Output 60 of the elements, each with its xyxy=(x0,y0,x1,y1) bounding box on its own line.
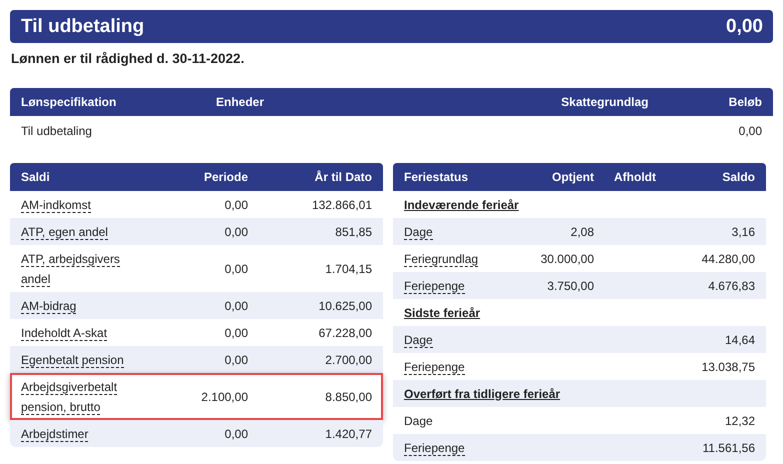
table-cell-text: 8.850,00 xyxy=(324,390,372,404)
column-header: Feriestatus xyxy=(404,170,470,184)
table-cell-text: 0,00 xyxy=(224,262,248,276)
vacation-label: Dage xyxy=(404,412,434,430)
table-cell-text: Til udbetaling xyxy=(21,124,93,138)
vacation-label: Feriepenge xyxy=(404,278,466,296)
vacation-label: Dage xyxy=(404,332,434,350)
table-cell-text: 30.000,00 xyxy=(540,252,594,266)
table-cell-text: 44.280,00 xyxy=(700,252,755,266)
table-cell-text: 12,32 xyxy=(724,414,755,428)
table-cell-text: 1.704,15 xyxy=(324,262,372,276)
column-header: Beløb xyxy=(728,95,762,109)
column-header: Lønspecifikation xyxy=(21,95,118,109)
vacation-label: Dage xyxy=(404,224,434,242)
table-cell-text: 3.750,00 xyxy=(546,278,594,292)
table-cell-text: 0,00 xyxy=(224,298,248,312)
table-cell-text: 2,08 xyxy=(570,224,594,238)
column-header: Saldi xyxy=(21,170,51,184)
table-cell-text: 851,85 xyxy=(334,224,372,238)
section-heading: Sidste ferieår xyxy=(404,306,482,320)
column-header: Saldo xyxy=(721,170,755,184)
table-cell-text: 4.676,83 xyxy=(707,278,755,292)
balance-label: Egenbetalt pension xyxy=(21,352,125,370)
table-cell-text: 13.038,75 xyxy=(700,360,755,374)
column-header: Optjent xyxy=(551,170,594,184)
table-cell-text: 67.228,00 xyxy=(318,326,372,340)
column-header: Afholdt xyxy=(613,170,657,184)
table-cell-text: 2.100,00 xyxy=(200,390,248,404)
balance-label: Indeholdt A-skat xyxy=(21,324,108,342)
table-cell-text: 132.866,01 xyxy=(310,198,372,212)
balance-label: ATP, egen andel xyxy=(21,224,109,242)
table-cell-text: 0,00 xyxy=(224,326,248,340)
availability-text: Lønnen er til rådighed d. 30-11-2022. xyxy=(11,51,246,66)
table-cell-text: 1.420,77 xyxy=(324,426,372,440)
column-header: Periode xyxy=(202,170,248,184)
vacation-label: Feriepenge xyxy=(404,440,466,458)
vacation-label: Feriepenge xyxy=(404,358,466,376)
balance-label: ATP, arbejdsgivers andel xyxy=(21,250,121,288)
balance-label: AM-bidrag xyxy=(21,298,78,316)
table-cell-text: 0,00 xyxy=(738,124,762,138)
table-cell-text: 11.561,56 xyxy=(702,440,755,454)
column-header: År til Dato xyxy=(314,170,372,184)
section-heading: Overført fra tidligere ferieår xyxy=(404,386,562,400)
column-header: Skattegrundlag xyxy=(560,95,650,109)
balance-label: AM-indkomst xyxy=(21,196,92,214)
payout-amount: 0,00 xyxy=(726,16,763,38)
vacation-label: Feriegrundlag xyxy=(404,250,480,268)
table-cell-text: 3,16 xyxy=(730,224,755,238)
balance-label: Arbejdstimer xyxy=(21,426,90,444)
table-cell-text: 10.625,00 xyxy=(318,298,372,312)
table-cell-text: 0,00 xyxy=(224,352,248,366)
banner-title: Til udbetaling xyxy=(21,16,144,38)
table-cell-text: 0,00 xyxy=(224,224,248,238)
table-cell-text: 0,00 xyxy=(224,426,248,440)
section-heading: Indeværende ferieår xyxy=(404,198,520,212)
table-cell-text: 14,64 xyxy=(724,332,755,346)
table-cell-text: 0,00 xyxy=(224,198,248,212)
table-cell-text: 2.700,00 xyxy=(324,352,372,366)
column-header: Enheder xyxy=(216,95,266,109)
balance-label: Arbejdsgiverbetalt pension, brutto xyxy=(21,378,118,416)
